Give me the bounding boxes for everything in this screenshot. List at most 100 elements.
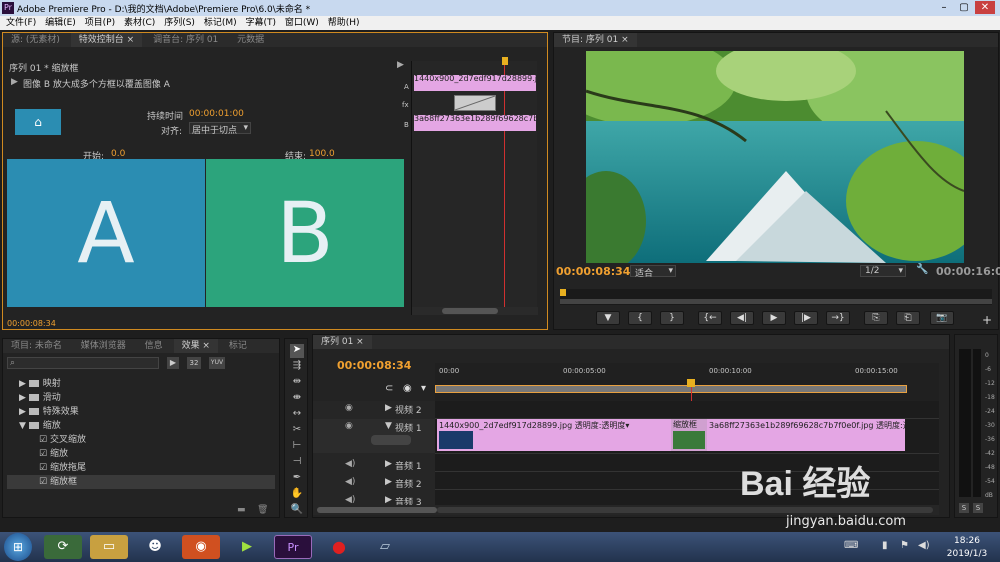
- menu-marker[interactable]: 标记(M): [204, 16, 237, 30]
- end-value[interactable]: 100.0: [309, 149, 335, 159]
- media-app-icon[interactable]: ▶: [228, 535, 266, 559]
- tab-markers[interactable]: 标记: [221, 339, 255, 353]
- delete-icon[interactable]: 🗑: [257, 505, 268, 515]
- fit-dropdown[interactable]: 适合 ▾: [630, 265, 676, 279]
- add-marker-button[interactable]: ▼: [596, 311, 620, 325]
- menu-help[interactable]: 帮助(H): [328, 16, 360, 30]
- start-value[interactable]: 0.0: [111, 149, 125, 159]
- clip-3a68ff[interactable]: 3a68ff27363e1b289f69628c7b7f0e0f.jpg 透明度…: [707, 419, 905, 451]
- tab-sequence[interactable]: 序列 01 ×: [313, 335, 372, 349]
- recorder-icon[interactable]: ●: [320, 535, 358, 559]
- eye-icon[interactable]: ◉: [345, 403, 353, 413]
- mini-clip-b[interactable]: 3a68ff27363e1b289f69628c7b7f0e0f.jpg: [414, 115, 536, 131]
- duration-value[interactable]: 00:00:01:00: [189, 109, 244, 119]
- ripple-edit-tool-icon[interactable]: ⇹: [290, 376, 304, 390]
- slide-tool-icon[interactable]: ⊣: [290, 456, 304, 470]
- menu-clip[interactable]: 素材(C): [124, 16, 155, 30]
- tree-folder-zoom[interactable]: ▼ 缩放: [7, 419, 275, 433]
- tab-audio-mixer[interactable]: 调音台: 序列 01: [145, 33, 226, 47]
- export-frame-button[interactable]: 📷: [930, 311, 954, 325]
- work-area-bar[interactable]: [435, 385, 907, 393]
- rolling-edit-tool-icon[interactable]: ⇼: [290, 392, 304, 406]
- mini-timeline-scrollbar[interactable]: [412, 307, 538, 315]
- menu-sequence[interactable]: 序列(S): [164, 16, 195, 30]
- premiere-taskbar-icon[interactable]: Pr: [274, 535, 312, 559]
- speaker-icon[interactable]: ◀): [345, 495, 355, 505]
- extract-button[interactable]: ⎗: [896, 311, 920, 325]
- track-select-tool-icon[interactable]: ⇶: [290, 360, 304, 374]
- new-bin-icon[interactable]: ▬: [237, 505, 246, 515]
- tree-folder-special[interactable]: ▶ 特殊效果: [7, 405, 275, 419]
- qq-icon[interactable]: ☻: [136, 535, 174, 559]
- expand-arrow-icon[interactable]: ▶: [385, 477, 392, 487]
- mini-playhead-icon[interactable]: [502, 57, 508, 65]
- hand-tool-icon[interactable]: ✋: [290, 488, 304, 502]
- play-arrow-icon[interactable]: ▶: [397, 60, 404, 70]
- minimize-icon[interactable]: –: [934, 1, 954, 14]
- timeline-scroll-thumb[interactable]: [317, 507, 437, 513]
- accelerated-effects-icon[interactable]: ▶: [167, 357, 179, 369]
- step-forward-button[interactable]: |▶: [794, 311, 818, 325]
- program-zoom-bar[interactable]: [560, 299, 992, 304]
- step-back-button[interactable]: ◀|: [730, 311, 754, 325]
- menu-edit[interactable]: 编辑(E): [45, 16, 76, 30]
- effect-controls-timecode[interactable]: 00:00:08:34: [7, 319, 56, 328]
- mini-scroll-thumb[interactable]: [442, 308, 498, 314]
- align-dropdown[interactable]: 居中于切点 ▾: [189, 122, 251, 136]
- timeline-timecode[interactable]: 00:00:08:34: [337, 359, 411, 372]
- play-button[interactable]: ▶: [762, 311, 786, 325]
- lift-button[interactable]: ⎘: [864, 311, 888, 325]
- collapse-arrow-icon[interactable]: ▼: [385, 421, 392, 431]
- play-preview-icon[interactable]: ▶: [11, 77, 18, 87]
- tree-folder-slide[interactable]: ▶ 滑动: [7, 391, 275, 405]
- transition-zoom-boxes[interactable]: 缩放框: [671, 419, 707, 451]
- mini-transition[interactable]: [454, 95, 496, 111]
- tab-info[interactable]: 信息: [137, 339, 171, 353]
- snap-icon[interactable]: ⊂: [385, 383, 393, 394]
- tab-source[interactable]: 源: (无素材): [3, 33, 68, 47]
- go-to-out-button[interactable]: →}: [826, 311, 850, 325]
- notepad-icon[interactable]: ▱: [366, 535, 404, 559]
- timeline-playhead-icon[interactable]: [687, 379, 695, 387]
- program-timecode[interactable]: 00:00:08:34: [556, 265, 630, 278]
- tree-effect-zoom-boxes[interactable]: ☑ 缩放框: [7, 475, 275, 489]
- razor-tool-icon[interactable]: ✂: [290, 424, 304, 438]
- expand-arrow-icon[interactable]: ▶: [385, 403, 392, 413]
- add-marker-icon[interactable]: ▾: [421, 383, 426, 394]
- rate-stretch-tool-icon[interactable]: ↔: [290, 408, 304, 422]
- menu-file[interactable]: 文件(F): [6, 16, 36, 30]
- tree-effect-zoom[interactable]: ☑ 缩放: [7, 447, 275, 461]
- speaker-icon[interactable]: ◀): [345, 477, 355, 487]
- solo-left-button[interactable]: S: [959, 503, 969, 513]
- file-explorer-icon[interactable]: ▭: [90, 535, 128, 559]
- selection-tool-icon[interactable]: ➤: [290, 344, 304, 358]
- green-app-icon[interactable]: ⟳: [44, 535, 82, 559]
- menu-title[interactable]: 字幕(T): [245, 16, 276, 30]
- slip-tool-icon[interactable]: ⊢: [290, 440, 304, 454]
- speaker-icon[interactable]: ◀): [345, 459, 355, 469]
- tab-media-browser[interactable]: 媒体浏览器: [73, 339, 134, 353]
- tray-flag-icon[interactable]: ⚑: [900, 540, 909, 551]
- clip-1440x900[interactable]: 1440x900_2d7edf917d28899.jpg 透明度:透明度▾: [437, 419, 671, 451]
- menu-project[interactable]: 项目(P): [85, 16, 115, 30]
- tab-effects[interactable]: 效果 ×: [173, 339, 218, 353]
- firefox-icon[interactable]: ◉: [182, 535, 220, 559]
- tree-folder-map[interactable]: ▶ 映射: [7, 377, 275, 391]
- expand-arrow-icon[interactable]: ▶: [385, 495, 392, 505]
- mark-out-button[interactable]: }: [660, 311, 684, 325]
- solo-right-button[interactable]: S: [973, 503, 983, 513]
- program-playhead-icon[interactable]: [560, 289, 566, 296]
- set-marker-icon[interactable]: ◉: [403, 383, 412, 394]
- clock-time[interactable]: 18:26: [944, 536, 990, 546]
- mini-clip-a[interactable]: 1440x900_2d7edf917d28899.jpg: [414, 75, 536, 91]
- tree-effect-cross-zoom[interactable]: ☑ 交叉缩放: [7, 433, 275, 447]
- start-button-icon[interactable]: ⊞: [4, 533, 32, 561]
- quality-dropdown[interactable]: 1/2 ▾: [860, 265, 906, 277]
- go-to-in-button[interactable]: {←: [698, 311, 722, 325]
- tree-effect-zoom-trails[interactable]: ☑ 缩放拖尾: [7, 461, 275, 475]
- tray-keyboard-icon[interactable]: ⌨: [844, 540, 858, 551]
- add-button-icon[interactable]: +: [982, 313, 992, 327]
- pen-tool-icon[interactable]: ✒: [290, 472, 304, 486]
- 32bit-filter-button[interactable]: 32: [187, 357, 201, 369]
- tray-network-icon[interactable]: ▮: [882, 540, 888, 551]
